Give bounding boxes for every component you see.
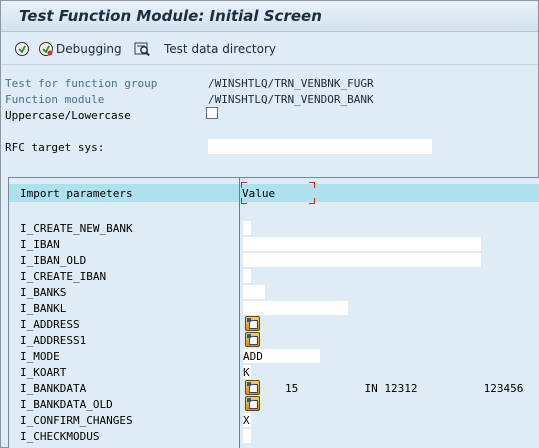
param-name: I_IBAN [20, 238, 60, 251]
table-row: I_KOART K [9, 364, 539, 380]
uppercase-label: Uppercase/Lowercase [5, 109, 131, 122]
table-row: I_BANKDATA 15 IN 12312 123456 [9, 380, 539, 396]
table-row: I_CREATE_IBAN [9, 268, 539, 284]
focus-corner-tl [241, 182, 247, 188]
test-data-directory-label: Test data directory [164, 42, 276, 56]
table-row: I_BANKDATA_OLD [9, 396, 539, 412]
table-row: I_IBAN [9, 236, 539, 252]
execute-icon [15, 42, 29, 56]
table-row: I_BANKL [9, 300, 539, 316]
focus-corner-bl [241, 198, 247, 204]
param-name: I_MODE [20, 350, 60, 363]
test-data-directory-icon [134, 42, 150, 57]
test-data-directory-button[interactable]: Test data directory [134, 39, 276, 59]
table-row: I_IBAN_OLD [9, 252, 539, 268]
param-name: I_BANKS [20, 286, 67, 299]
function-group-label: Test for function group [5, 77, 158, 90]
param-name: I_ADDRESS1 [20, 334, 87, 347]
structure-editor-icon[interactable] [245, 332, 260, 347]
focus-corner-br [309, 198, 315, 204]
execute-button[interactable] [14, 39, 30, 59]
focus-corner-tr [309, 182, 315, 188]
param-value-input[interactable] [243, 253, 481, 267]
param-name: I_CONFIRM_CHANGES [20, 414, 133, 427]
param-value-text: ADD [243, 350, 263, 363]
function-group-value: /WINSHTLQ/TRN_VENBNK_FUGR [208, 77, 374, 90]
main-area: Test for function group /WINSHTLQ/TRN_VE… [0, 66, 539, 448]
structure-editor-icon[interactable] [245, 316, 260, 331]
param-value-input[interactable] [243, 429, 251, 443]
debugging-button[interactable]: Debugging [38, 39, 122, 59]
table-header: Import parameters Value [9, 182, 539, 204]
param-name: I_BANKL [20, 302, 67, 315]
param-name: I_BANKDATA_OLD [20, 398, 113, 411]
param-value-input[interactable] [243, 269, 251, 283]
param-value-input[interactable] [243, 237, 481, 251]
uppercase-checkbox[interactable] [206, 107, 218, 119]
function-module-label: Function module [5, 93, 105, 106]
table-row: I_CONFIRM_CHANGES X [9, 412, 539, 428]
param-value-text: 15 IN 12312 123456 [285, 382, 524, 395]
param-value-input[interactable] [243, 301, 348, 315]
debugging-icon [39, 42, 53, 56]
param-value-input[interactable]: ADD [243, 349, 320, 363]
title-bar: Test Function Module: Initial Screen [1, 1, 538, 32]
table-row: I_ADDRESS1 [9, 332, 539, 348]
param-value-input[interactable]: K [243, 365, 251, 379]
param-value-input[interactable] [243, 285, 265, 299]
structure-editor-icon[interactable] [245, 380, 260, 395]
param-name: I_CHECKMODUS [20, 430, 100, 443]
debugging-label: Debugging [56, 42, 122, 56]
import-parameters-table: Import parameters Value I_CREATE_NEW_BAN… [8, 177, 539, 448]
table-row: I_BANKS [9, 284, 539, 300]
param-value-input[interactable] [243, 221, 251, 235]
table-row: I_MODE ADD [9, 348, 539, 364]
param-name: I_CREATE_IBAN [20, 270, 107, 283]
param-name: I_IBAN_OLD [20, 254, 87, 267]
table-row: I_CHECKMODUS [9, 428, 539, 444]
rfc-target-label: RFC target sys: [5, 141, 105, 154]
param-name: I_CREATE_NEW_BANK [20, 222, 133, 235]
param-value-input[interactable]: X [243, 413, 251, 427]
table-row: I_ADDRESS [9, 316, 539, 332]
col-header-import-parameters: Import parameters [20, 187, 133, 200]
window-title: Test Function Module: Initial Screen [19, 7, 322, 25]
param-name: I_KOART [20, 366, 67, 379]
param-value-text: X [243, 414, 250, 427]
table-row: I_CREATE_NEW_BANK [9, 220, 539, 236]
param-value-text: K [243, 366, 250, 379]
param-name: I_BANKDATA [20, 382, 87, 395]
param-name: I_ADDRESS [20, 318, 80, 331]
application-toolbar: Debugging Test data directory [1, 33, 538, 65]
function-module-value: /WINSHTLQ/TRN_VENDOR_BANK [208, 93, 374, 106]
structure-editor-icon[interactable] [245, 396, 260, 411]
rfc-target-input[interactable] [208, 139, 432, 154]
